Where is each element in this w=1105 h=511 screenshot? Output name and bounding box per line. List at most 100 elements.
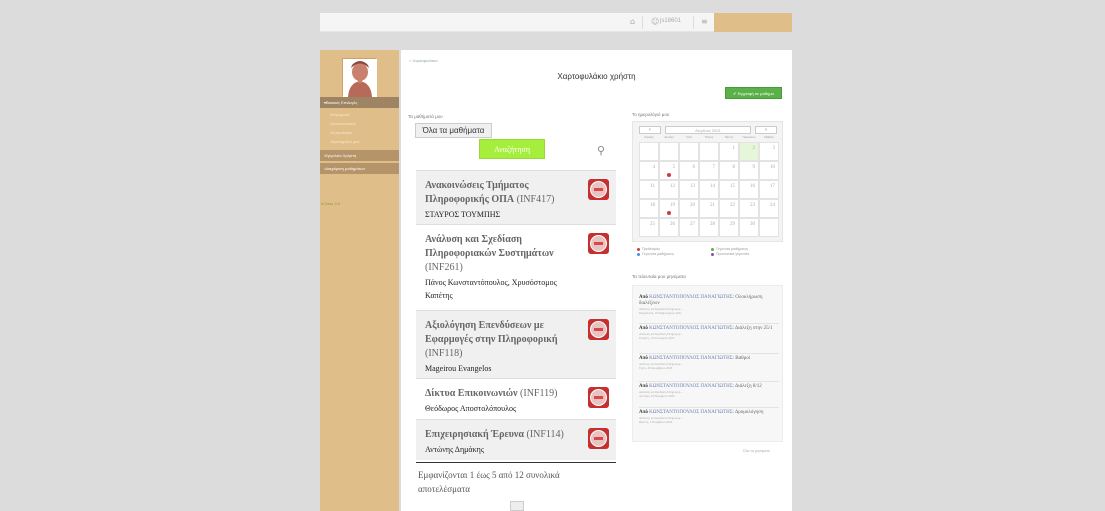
message-subject[interactable]: Διάλεξη στην 25/1 xyxy=(735,326,773,331)
calendar-day[interactable]: 6 xyxy=(679,161,699,180)
sidebar-item[interactable]: • Μηνύματα xyxy=(320,110,399,119)
calendar-day[interactable] xyxy=(679,142,699,161)
calendar-day-number: 16 xyxy=(750,184,755,189)
sidebar-item[interactable]: • Ημερολόγιο xyxy=(320,128,399,137)
all-courses-button[interactable]: Όλα τα μαθήματα xyxy=(415,123,492,138)
message-subject[interactable]: Διάλεξη 8/12 xyxy=(735,384,762,389)
calendar-day[interactable]: 9 xyxy=(739,161,759,180)
course-link[interactable]: Ανακοινώσεις Τμήματος Πληροφορικής ΟΠΑ (… xyxy=(425,179,575,207)
calendar-day[interactable] xyxy=(699,142,719,161)
calendar-day[interactable]: 26 xyxy=(659,218,679,237)
top-navbar: ⌂ ☺ js18601 ≡ xyxy=(320,13,792,32)
calendar-day[interactable]: 19 xyxy=(659,199,679,218)
calendar-day[interactable]: 4 xyxy=(639,161,659,180)
calendar-day[interactable]: 10 xyxy=(759,161,779,180)
sidebar-item[interactable]: › Εργαλεία Χρήστη xyxy=(320,150,399,161)
calendar-day[interactable]: 5 xyxy=(659,161,679,180)
calendar-day[interactable]: 21 xyxy=(699,199,719,218)
message-sender[interactable]: ΚΩΝΣΤΑΝΤΟΠΟΥΛΟΣ ΠΑΝΑΓΙΩΤΗΣ xyxy=(649,384,733,389)
messages-panel: Όλα τα μηνύματα Από ΚΩΝΣΤΑΝΤΟΠΟΥΛΟΣ ΠΑΝΑ… xyxy=(632,285,783,453)
calendar-day-number: 8 xyxy=(732,165,736,170)
calendar-day[interactable]: 2 xyxy=(739,142,759,161)
calendar-week: 25 26 27 28 29 30 xyxy=(639,218,779,237)
unregister-icon[interactable] xyxy=(588,428,609,449)
message-sender[interactable]: ΚΩΝΣΤΑΝΤΟΠΟΥΛΟΣ ΠΑΝΑΓΙΩΤΗΣ xyxy=(649,410,733,415)
calendar-day[interactable]: 12 xyxy=(659,180,679,199)
message-item[interactable]: Από ΚΩΝΣΤΑΝΤΟΠΟΥΛΟΣ ΠΑΝΑΓΙΩΤΗΣ: Δρομολόγ… xyxy=(639,410,779,424)
calendar-next-button[interactable]: › xyxy=(755,126,777,134)
calendar-day[interactable]: 3 xyxy=(759,142,779,161)
calendar-day[interactable]: 24 xyxy=(759,199,779,218)
calendar-day[interactable] xyxy=(639,142,659,161)
calendar-day[interactable]: 1 xyxy=(719,142,739,161)
message-subject[interactable]: Δρομολόγηση xyxy=(735,410,763,415)
course-link[interactable]: Επιχειρησιακή Έρευνα (INF114) xyxy=(425,428,575,442)
message-item[interactable]: Από ΚΩΝΣΤΑΝΤΟΠΟΥΛΟΣ ΠΑΝΑΓΙΩΤΗΣ: Διάλεξη … xyxy=(639,384,779,398)
message-date: Πέμπτη, 5 Νοεμβρίου 2020 xyxy=(639,420,673,424)
message-subject[interactable]: Βαθμοί xyxy=(735,356,750,361)
message-date: Παρασκευή, 19 Φεβρουαρίου 2021 xyxy=(639,311,682,315)
message-sender[interactable]: ΚΩΝΣΤΑΝΤΟΠΟΥΛΟΣ ΠΑΝΑΓΙΩΤΗΣ xyxy=(649,356,733,361)
calendar-day[interactable]: 17 xyxy=(759,180,779,199)
course-teacher: Πάνος Κωνσταντόπουλος, Χρυσόστομος Καπέτ… xyxy=(425,278,557,300)
calendar-day[interactable]: 22 xyxy=(719,199,739,218)
calendar-day[interactable]: 7 xyxy=(699,161,719,180)
breadcrumb[interactable]: ⌂ Χαρτοφυλάκιο xyxy=(409,58,438,63)
unregister-icon[interactable] xyxy=(588,319,609,340)
event-dot-icon[interactable] xyxy=(667,173,671,177)
search-button[interactable]: Αναζήτηση xyxy=(479,139,545,159)
sidebar-item[interactable]: • Ανακοινώσεις xyxy=(320,119,399,128)
calendar-day-number: 11 xyxy=(650,184,655,189)
course-link[interactable]: Ανάλυση και Σχεδίαση Πληροφοριακών Συστη… xyxy=(425,233,575,275)
hamburger-icon[interactable]: ≡ xyxy=(701,17,708,26)
message-divider xyxy=(639,381,779,382)
message-sender[interactable]: ΚΩΝΣΤΑΝΤΟΠΟΥΛΟΣ ΠΑΝΑΓΙΩΤΗΣ xyxy=(649,326,733,331)
calendar-day[interactable]: 27 xyxy=(679,218,699,237)
message-item[interactable]: Από ΚΩΝΣΤΑΝΤΟΠΟΥΛΟΣ ΠΑΝΑΓΙΩΤΗΣ: Βαθμοί Αν… xyxy=(639,356,779,370)
calendar-day[interactable]: 28 xyxy=(699,218,719,237)
pagination-button[interactable] xyxy=(510,501,524,511)
calendar-prev-button[interactable]: ‹ xyxy=(639,126,661,134)
event-dot-icon[interactable] xyxy=(667,211,671,215)
message-item[interactable]: Από ΚΩΝΣΤΑΝΤΟΠΟΥΛΟΣ ΠΑΝΑΓΙΩΤΗΣ: Ολοκλήρω… xyxy=(639,295,779,315)
sidebar-item[interactable]: › Διαχείριση μαθημάτων xyxy=(320,163,399,174)
calendar-day-number: 14 xyxy=(710,184,715,189)
calendar-day[interactable]: 11 xyxy=(639,180,659,199)
course-row: Ανακοινώσεις Τμήματος Πληροφορικής ΟΠΑ (… xyxy=(416,170,616,224)
sidebar-item[interactable]: ▾ Βασικές Επιλογές xyxy=(320,97,399,108)
calendar-day[interactable]: 15 xyxy=(719,180,739,199)
unregister-icon[interactable] xyxy=(588,387,609,408)
user-name[interactable]: js18601 xyxy=(660,18,681,24)
sidebar-item[interactable]: • Αγαπημένα μου xyxy=(320,137,399,146)
unregister-icon[interactable] xyxy=(588,233,609,254)
calendar-day[interactable] xyxy=(659,142,679,161)
all-messages-link[interactable]: Όλα τα μηνύματα xyxy=(743,449,770,453)
calendar-day[interactable]: 8 xyxy=(719,161,739,180)
legend-item: Γεγονότα μαθήματος xyxy=(637,252,674,256)
search-icon[interactable]: ⚲ xyxy=(597,144,605,157)
add-course-button[interactable]: ✔ Εγγραφή σε μάθημα xyxy=(725,87,782,99)
home-icon[interactable]: ⌂ xyxy=(630,17,635,26)
calendar-day[interactable]: 20 xyxy=(679,199,699,218)
calendar-day-number: 23 xyxy=(750,203,755,208)
calendar-day[interactable]: 29 xyxy=(719,218,739,237)
calendar-day[interactable]: 18 xyxy=(639,199,659,218)
calendar-day[interactable]: 14 xyxy=(699,180,719,199)
calendar-day[interactable]: 23 xyxy=(739,199,759,218)
calendar-day[interactable]: 30 xyxy=(739,218,759,237)
course-link[interactable]: Δίκτυα Επικοινωνιών (INF119) xyxy=(425,387,575,401)
calendar-day[interactable] xyxy=(759,218,779,237)
avatar[interactable] xyxy=(342,58,377,97)
calendar-day[interactable]: 13 xyxy=(679,180,699,199)
message-item[interactable]: Από ΚΩΝΣΤΑΝΤΟΠΟΥΛΟΣ ΠΑΝΑΓΙΩΤΗΣ: Διάλεξη … xyxy=(639,326,779,340)
calendar-day[interactable]: 25 xyxy=(639,218,659,237)
course-link[interactable]: Αξιολόγηση Επενδύσεων με Εφαρμογές στην … xyxy=(425,319,575,361)
calendar-day-number: 28 xyxy=(710,222,715,227)
message-sender[interactable]: ΚΩΝΣΤΑΝΤΟΠΟΥΛΟΣ ΠΑΝΑΓΙΩΤΗΣ xyxy=(649,295,733,300)
unregister-icon[interactable] xyxy=(588,179,609,200)
calendar-day[interactable]: 16 xyxy=(739,180,759,199)
calendar-day-number: 10 xyxy=(770,165,775,170)
calendar-week: 18 19 20 21 22 23 24 xyxy=(639,199,779,218)
course-row: Επιχειρησιακή Έρευνα (INF114) Αντώνης Δημ… xyxy=(416,419,616,460)
calendar-section-title: Το ημερολόγιό μου xyxy=(632,112,670,117)
